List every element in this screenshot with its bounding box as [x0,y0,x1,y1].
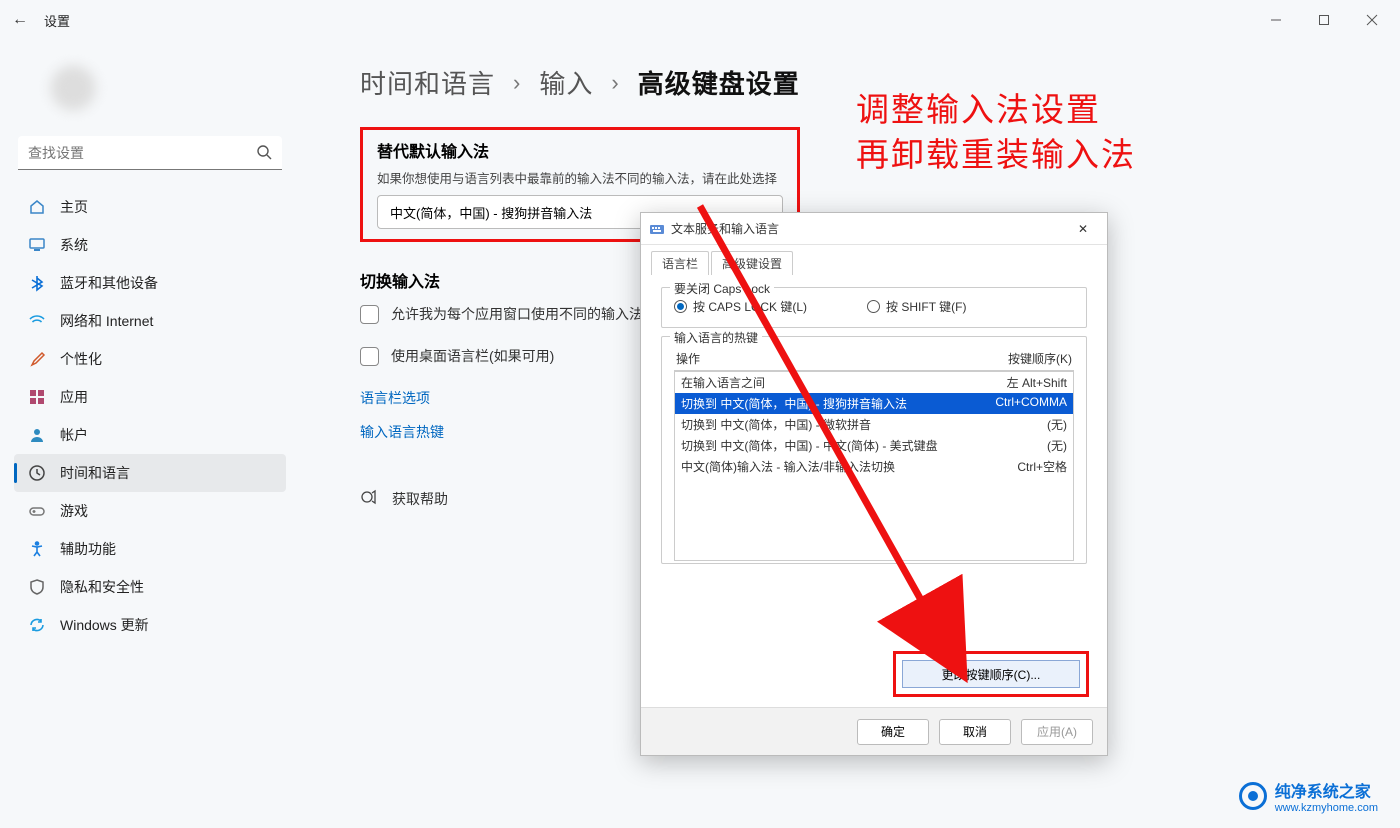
table-row[interactable]: 在输入语言之间左 Alt+Shift [675,372,1073,393]
per-app-checkbox[interactable] [360,305,379,324]
override-title: 替代默认输入法 [377,138,783,162]
change-keyseq-highlight: 更改按键顺序(C)... [893,651,1089,697]
apply-button[interactable]: 应用(A) [1021,719,1093,745]
breadcrumb-input[interactable]: 输入 [539,64,593,101]
per-app-label: 允许我为每个应用窗口使用不同的输入法 [391,304,643,324]
langbar-label: 使用桌面语言栏(如果可用) [391,346,554,366]
table-row[interactable]: 中文(简体)输入法 - 输入法/非输入法切换Ctrl+空格 [675,456,1073,477]
update-icon [28,616,46,634]
minimize-icon[interactable] [1254,6,1298,34]
sidebar-item-label: 辅助功能 [60,539,116,559]
sidebar-item-label: 隐私和安全性 [60,577,144,597]
privacy-icon [28,578,46,596]
dialog-title: 文本服务和输入语言 [671,220,779,237]
sidebar-item-label: 帐户 [60,425,88,445]
maximize-icon[interactable] [1302,6,1346,34]
dialog-close-icon[interactable]: ✕ [1067,222,1099,236]
watermark: 纯净系统之家 www.kzmyhome.com [1239,778,1378,814]
sidebar-item-apps[interactable]: 应用 [14,378,286,416]
sidebar-item-label: 时间和语言 [60,463,130,483]
sidebar-item-bluetooth[interactable]: 蓝牙和其他设备 [14,264,286,302]
ok-button[interactable]: 确定 [857,719,929,745]
sidebar-item-label: 个性化 [60,349,102,369]
sidebar-item-label: Windows 更新 [60,615,149,635]
search-input[interactable] [18,136,282,170]
chevron-right-icon: › [611,70,619,96]
sidebar-item-update[interactable]: Windows 更新 [14,606,286,644]
sidebar-item-brush[interactable]: 个性化 [14,340,286,378]
breadcrumb-current: 高级键盘设置 [638,64,800,101]
sidebar-item-label: 应用 [60,387,88,407]
sidebar-item-label: 主页 [60,197,88,217]
table-row[interactable]: 切换到 中文(简体，中国) - 微软拼音(无) [675,414,1073,435]
tab-advanced[interactable]: 高级键设置 [711,251,793,275]
sidebar-item-account[interactable]: 帐户 [14,416,286,454]
text-services-dialog: 文本服务和输入语言 ✕ 语言栏 高级键设置 要关闭 Caps Lock 按 CA… [640,212,1108,756]
sidebar-item-privacy[interactable]: 隐私和安全性 [14,568,286,606]
table-row[interactable]: 切换到 中文(简体，中国) - 中文(简体) - 美式键盘(无) [675,435,1073,456]
tab-langbar[interactable]: 语言栏 [651,251,709,275]
system-icon [28,236,46,254]
close-icon[interactable] [1350,6,1394,34]
back-button[interactable]: ← [8,11,32,29]
access-icon [28,540,46,558]
search-icon[interactable] [256,144,272,165]
help-icon [360,488,378,509]
game-icon [28,502,46,520]
radio-capslock[interactable]: 按 CAPS LOCK 键(L) [674,298,807,315]
keyboard-icon [649,221,665,237]
account-icon [28,426,46,444]
sidebar-item-label: 蓝牙和其他设备 [60,273,158,293]
breadcrumb-time[interactable]: 时间和语言 [360,64,495,101]
annotation-text: 调整输入法设置 再卸载重装输入法 [856,88,1136,177]
sidebar-item-label: 游戏 [60,501,88,521]
brush-icon [28,350,46,368]
sidebar-item-home[interactable]: 主页 [14,188,286,226]
dropdown-value: 中文(简体，中国) - 搜狗拼音输入法 [390,203,592,222]
hotkey-table[interactable]: 在输入语言之间左 Alt+Shift切换到 中文(简体，中国) - 搜狗拼音输入… [674,371,1074,561]
bluetooth-icon [28,274,46,292]
chevron-right-icon: › [513,70,521,96]
window-title: 设置 [44,11,70,30]
user-block [22,58,278,118]
apps-icon [28,388,46,406]
time-icon [28,464,46,482]
hotkey-legend: 输入语言的热键 [670,329,762,346]
sidebar: 主页系统蓝牙和其他设备网络和 Internet 个性化应用帐户时间和语言游戏辅助功… [0,40,300,644]
sidebar-item-access[interactable]: 辅助功能 [14,530,286,568]
sidebar-item-game[interactable]: 游戏 [14,492,286,530]
sidebar-item-system[interactable]: 系统 [14,226,286,264]
sidebar-item-wifi[interactable]: 网络和 Internet [14,302,286,340]
watermark-logo-icon [1239,782,1267,810]
col-action: 操作 [676,350,700,367]
sidebar-item-time[interactable]: 时间和语言 [14,454,286,492]
langbar-checkbox[interactable] [360,347,379,366]
table-row[interactable]: 切换到 中文(简体，中国) - 搜狗拼音输入法Ctrl+COMMA [675,393,1073,414]
help-link[interactable]: 获取帮助 [392,489,448,509]
home-icon [28,198,46,216]
wifi-icon [28,312,46,330]
sidebar-item-label: 网络和 Internet [60,311,153,331]
sidebar-item-label: 系统 [60,235,88,255]
cancel-button[interactable]: 取消 [939,719,1011,745]
override-desc: 如果你想使用与语言列表中最靠前的输入法不同的输入法，请在此处选择 [377,168,783,187]
change-keyseq-button[interactable]: 更改按键顺序(C)... [902,660,1080,688]
col-keyseq: 按键顺序(K) [1008,350,1072,367]
radio-shift[interactable]: 按 SHIFT 键(F) [867,298,966,315]
caps-legend: 要关闭 Caps Lock [670,280,774,297]
